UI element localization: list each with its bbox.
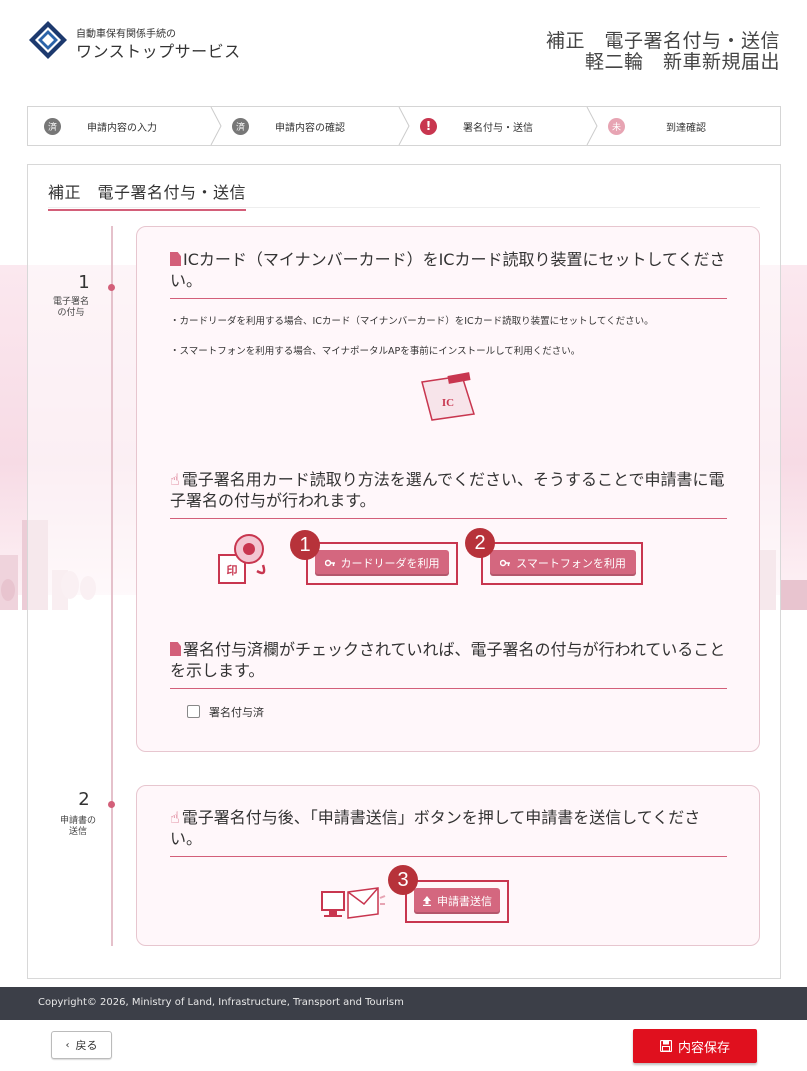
timeline-step-label: 電子署名 の付与: [52, 297, 89, 318]
save-button[interactable]: 内容保存: [633, 1029, 757, 1063]
step-label: 申請内容の確認: [275, 122, 345, 134]
callout-marker-2: 2: [465, 528, 495, 558]
chevron-right-icon: [586, 107, 598, 145]
card-heading: ☝ 電子署名付与後、「申請書送信」ボタンを押して申請書を送信してください。: [170, 807, 727, 857]
instruction-note: ・カードリーダを利用する場合、ICカード（マイナンバーカード）をICカード読取り…: [170, 316, 654, 327]
logo-title: ワンストップサービス: [76, 42, 241, 61]
stamp-icon: 印: [218, 534, 266, 584]
callout-marker-3: 3: [388, 865, 418, 895]
chevron-right-icon: [210, 107, 222, 145]
footer: Copyright© 2026, Ministry of Land, Infra…: [0, 987, 807, 1020]
callout-marker-1: 1: [290, 530, 320, 560]
back-button[interactable]: ‹ 戻る: [51, 1031, 112, 1059]
card-heading: 署名付与済欄がチェックされていれば、電子署名の付与が行われていることを示します。: [170, 639, 727, 689]
timeline-step-number: 2: [78, 789, 90, 810]
divider: [48, 207, 760, 208]
send-card: ☝ 電子署名付与後、「申請書送信」ボタンを押して申請書を送信してください。 申請書…: [136, 785, 760, 946]
step-label: 到達確認: [666, 122, 706, 134]
progress-steps: 済 申請内容の入力 済 申請内容の確認 ! 署名付与・送信 未 到達確認: [27, 106, 781, 146]
floppy-disk-icon: [659, 1040, 672, 1052]
highlight-frame: [405, 880, 509, 923]
document-icon: [170, 252, 181, 266]
send-document-icon: [321, 887, 386, 919]
svg-text:IC: IC: [442, 397, 454, 409]
header: 自動車保有関係手続の ワンストップサービス 補正 電子署名付与・送信 軽二輪 新…: [0, 0, 807, 90]
highlight-frame: [481, 542, 643, 585]
signed-checkbox-label: 署名付与済: [209, 706, 264, 719]
step-sign: ! 署名付与・送信: [404, 107, 598, 145]
chevron-right-icon: [398, 107, 410, 145]
document-icon: [170, 642, 181, 656]
card-heading: ☝ 電子署名用カード読取り方法を選んでください、そうすることで申請書に電子署名の付…: [170, 469, 727, 519]
diamond-logo-icon: [29, 21, 67, 59]
signed-checkbox[interactable]: [187, 705, 200, 718]
button-label: 戻る: [75, 1039, 98, 1052]
signature-card: ICカード（マイナンバーカード）をICカード読取り装置にセットしてください。 ・…: [136, 226, 760, 752]
pointing-hand-icon: ☝: [170, 808, 180, 827]
timeline-step-label: 申請書の 送信: [59, 816, 96, 837]
instruction-note: ・スマートフォンを利用する場合、マイナポータルAPを事前にインストールして利用く…: [170, 346, 581, 357]
svg-text:印: 印: [227, 564, 238, 577]
step-arrival: 未 到達確認: [592, 107, 780, 145]
step-input: 済 申請内容の入力: [28, 107, 222, 145]
step-label: 署名付与・送信: [463, 122, 533, 134]
copyright: Copyright© 2026, Ministry of Land, Infra…: [38, 997, 404, 1008]
timeline-step-number: 1: [78, 272, 90, 293]
chevron-left-icon: ‹: [65, 1039, 70, 1051]
step-confirm: 済 申請内容の確認: [216, 107, 410, 145]
card-heading: ICカード（マイナンバーカード）をICカード読取り装置にセットしてください。: [170, 249, 727, 299]
timeline-line: [111, 226, 113, 946]
page-subtitle: 軽二輪 新車新規届出: [584, 51, 780, 73]
timeline-dot: [108, 284, 115, 291]
pointing-hand-icon: ☝: [170, 470, 180, 489]
step-label: 申請内容の入力: [87, 122, 157, 134]
button-label: 内容保存: [677, 1040, 730, 1056]
highlight-frame: [306, 542, 458, 585]
ic-card-reader-icon: IC: [421, 372, 475, 421]
timeline-dot: [108, 801, 115, 808]
